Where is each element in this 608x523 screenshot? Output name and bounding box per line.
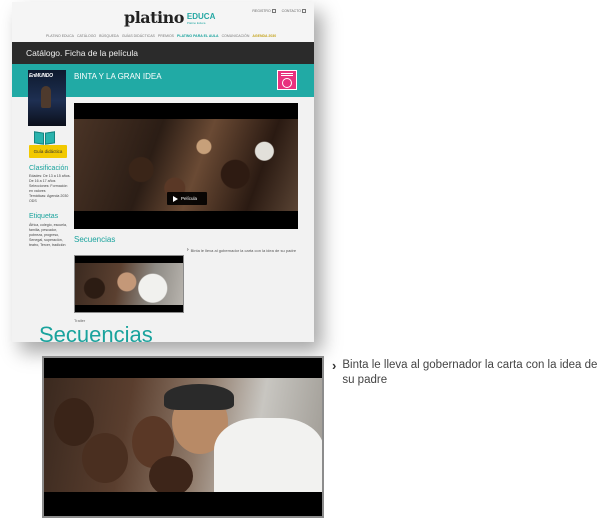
- register-icon: [271, 9, 276, 14]
- clasificacion-list: Edades: De 13 a 15 años. De 16 a 17 años…: [29, 174, 71, 204]
- clasificacion-edades: Edades: De 13 a 15 años. De 16 a 17 años: [29, 174, 71, 183]
- clasificacion-tematicas: Temáticas: Agenda 2030 ODS: [29, 194, 69, 203]
- chevron-right-icon: ›: [332, 358, 337, 373]
- contact-icon: [302, 9, 306, 14]
- etiquetas-title: Etiquetas: [29, 213, 59, 220]
- nav-item-guias[interactable]: GUÍAS DIDÁCTICAS: [122, 34, 155, 38]
- main-nav: PLATINO EDUCA CATÁLOGO BÚSQUEDA GUÍAS DI…: [46, 34, 276, 38]
- clasificacion-selecciones: Selecciones: Formación en valores: [29, 184, 68, 193]
- play-button[interactable]: Película: [167, 192, 207, 205]
- nav-item-busqueda[interactable]: BÚSQUEDA: [99, 34, 119, 38]
- etiquetas-list: África, colegio, escuela, familia, pesca…: [29, 223, 67, 247]
- calendar-badge-icon[interactable]: [277, 70, 297, 90]
- sequence-item[interactable]: › Binta le lleva al gobernador la carta …: [332, 358, 602, 388]
- poster-title: EnMUNDO: [29, 73, 53, 79]
- top-links: REGISTRO CONTACTO: [252, 9, 306, 14]
- platino-educa-logo[interactable]: platino EDUCA Platino Educa: [124, 8, 215, 27]
- nav-item-platino-educa[interactable]: PLATINO EDUCA: [46, 34, 74, 38]
- sequence-frame-small: [75, 263, 183, 305]
- secuencias-title-small: Secuencias: [74, 235, 116, 244]
- sequence-frame: [44, 378, 322, 492]
- logo-educa-text: EDUCA: [186, 12, 216, 21]
- nav-item-agenda[interactable]: AGENDA 2030: [252, 34, 276, 38]
- play-label: Película: [181, 195, 198, 201]
- clasificacion-title: Clasificación: [29, 165, 69, 172]
- movie-title: BINTA Y LA GRAN IDEA: [74, 72, 162, 81]
- nav-item-platino-aula[interactable]: PLATINO PARA EL AULA: [177, 34, 219, 38]
- register-link[interactable]: REGISTRO: [252, 9, 276, 14]
- nav-item-catalogo[interactable]: CATÁLOGO: [77, 34, 96, 38]
- logo-educa: EDUCA Platino Educa: [186, 12, 216, 26]
- page-title: Catálogo. Ficha de la película: [26, 48, 138, 58]
- sequence-label-small: Binta le lleva al gobernador la carta co…: [190, 248, 297, 253]
- site-header: platino EDUCA Platino Educa REGISTRO CON…: [12, 2, 314, 42]
- chevron-right-icon: ›: [187, 247, 189, 253]
- play-icon: [173, 195, 178, 202]
- video-player[interactable]: Película: [74, 103, 298, 229]
- sequence-label: Binta le lleva al gobernador la carta co…: [342, 359, 598, 386]
- poster-figure: [41, 86, 51, 108]
- logo-subtitle: Platino Educa: [186, 21, 206, 25]
- page-screenshot: platino EDUCA Platino Educa REGISTRO CON…: [12, 2, 314, 342]
- sequence-thumbnail[interactable]: [42, 356, 324, 518]
- book-icon: [34, 131, 56, 145]
- nav-item-comunicacion[interactable]: COMUNICACIÓN: [222, 34, 250, 38]
- contact-link[interactable]: CONTACTO: [282, 9, 306, 14]
- sequence-thumbnail-small[interactable]: [74, 255, 184, 313]
- movie-poster: EnMUNDO: [28, 70, 66, 126]
- guide-button[interactable]: Guía didáctica: [29, 145, 67, 158]
- nav-item-premios[interactable]: PREMIOS: [158, 34, 174, 38]
- sequence-item-small[interactable]: › Binta le lleva al gobernador la carta …: [187, 248, 297, 254]
- secuencias-title: Secuencias: [39, 322, 153, 347]
- page-title-bar: Catálogo. Ficha de la película: [12, 42, 314, 64]
- logo-text: platino: [124, 8, 184, 27]
